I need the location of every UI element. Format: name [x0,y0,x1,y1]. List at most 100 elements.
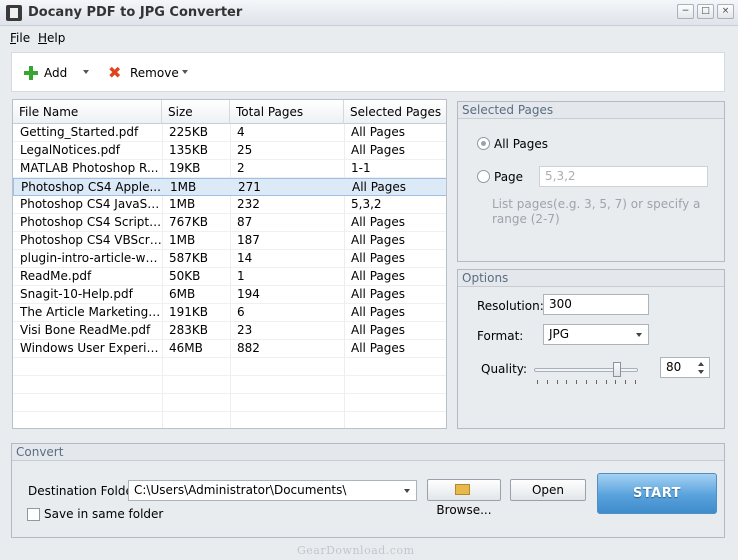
page-range-input[interactable]: 5,3,2 [539,166,708,187]
table-cell-name: ReadMe.pdf [20,269,92,283]
column-header-total-pages[interactable]: Total Pages [230,100,344,124]
app-icon [6,5,22,21]
options-title: Options [458,270,724,287]
remove-dropdown-arrow-icon[interactable] [182,70,188,74]
empty-row [13,394,446,412]
remove-x-icon: ✖ [108,63,122,82]
save-same-folder-checkbox[interactable] [27,508,40,521]
table-row[interactable]: LegalNotices.pdf 135KB 25 All Pages [13,142,446,160]
file-list-rows: Getting_Started.pdf 225KB 4 All Pages LegalN… [13,124,446,428]
start-button[interactable]: START [597,473,717,514]
table-cell-name: Visi Bone ReadMe.pdf [20,323,151,337]
remove-button[interactable]: ✖ Remove [108,64,179,82]
table-row[interactable]: Photoshop CS4 JavaSc... 1MB 232 5,3,2 [13,196,446,214]
table-cell-name: The Article Marketing ... [20,305,162,319]
quality-slider-track[interactable] [534,368,638,372]
table-row[interactable]: Snagit-10-Help.pdf 6MB 194 All Pages [13,286,446,304]
table-cell-selected: All Pages [351,341,405,355]
table-row[interactable]: Photoshop CS4 Apple... 1MB 271 All Pages [13,178,446,196]
table-cell-size: 191KB [169,305,209,319]
page-radio[interactable] [477,170,490,183]
minimize-button[interactable]: − [677,4,694,19]
spin-down-icon[interactable] [698,370,704,374]
folder-icon [455,484,470,495]
quality-spinner[interactable]: 80 [660,357,710,378]
chevron-down-icon [636,333,642,337]
quality-value: 80 [666,360,682,374]
table-cell-size: 135KB [169,143,209,157]
slider-tick [595,380,597,384]
table-row[interactable]: Photoshop CS4 Scripti... 767KB 87 All Pages [13,214,446,232]
file-list-header: File Name Size Total Pages Selected Page… [13,100,446,124]
maximize-button[interactable]: □ [697,4,714,19]
table-cell-pages: 187 [237,233,260,247]
add-dropdown-arrow-icon[interactable] [83,70,89,74]
slider-tick [556,380,558,384]
format-select-value: JPG [549,327,570,341]
slider-tick [566,380,568,384]
slider-tick [615,380,617,384]
table-cell-size: 767KB [169,215,209,229]
plus-icon [24,66,38,80]
all-pages-label: All Pages [494,137,548,151]
menu-help[interactable]: Help [38,31,65,45]
destination-folder-input[interactable]: C:\Users\Administrator\Documents\ [128,480,417,501]
table-row[interactable]: plugin-intro-article-writi... 587KB 14 All … [13,250,446,268]
table-cell-size: 6MB [169,287,196,301]
table-row[interactable]: Photoshop CS4 VBScri... 1MB 187 All Pages [13,232,446,250]
table-cell-selected: 1-1 [351,161,371,175]
table-cell-pages: 194 [237,287,260,301]
all-pages-radio[interactable] [477,137,490,150]
table-cell-selected: All Pages [351,305,405,319]
table-cell-pages: 2 [237,161,245,175]
destination-folder-value: C:\Users\Administrator\Documents\ [134,483,347,497]
open-button[interactable]: Open [510,479,586,501]
slider-tick [537,380,538,384]
column-header-size[interactable]: Size [162,100,230,124]
format-select[interactable]: JPG [543,324,649,345]
table-cell-size: 50KB [169,269,201,283]
chevron-down-icon[interactable] [404,489,410,493]
table-row[interactable]: ReadMe.pdf 50KB 1 All Pages [13,268,446,286]
resolution-input[interactable]: 300 [543,294,649,315]
table-row[interactable]: Getting_Started.pdf 225KB 4 All Pages [13,124,446,142]
table-cell-name: LegalNotices.pdf [20,143,121,157]
table-cell-selected: All Pages [352,180,406,194]
table-cell-name: plugin-intro-article-writi... [20,251,162,265]
column-header-selected-pages[interactable]: Selected Pages [344,100,446,124]
table-cell-pages: 87 [237,215,253,229]
empty-row [13,376,446,394]
table-cell-pages: 25 [237,143,253,157]
table-cell-name: Photoshop CS4 Apple... [21,180,161,194]
table-cell-size: 587KB [169,251,209,265]
empty-row [13,358,446,376]
add-button-label: Add [44,66,68,80]
table-cell-selected: All Pages [351,233,405,247]
browse-button[interactable]: Browse... [427,479,501,517]
save-same-folder-label: Save in same folder [44,507,164,521]
quality-slider-thumb[interactable] [613,362,622,377]
table-cell-name: Photoshop CS4 JavaSc... [20,197,162,211]
table-row[interactable]: The Article Marketing ... 191KB 6 All Pages [13,304,446,322]
empty-row [13,412,446,428]
page-range-hint: List pages(e.g. 3, 5, 7) or specify a ra… [492,197,701,226]
table-cell-pages: 6 [237,305,245,319]
add-button[interactable]: Add [24,64,67,82]
table-row[interactable]: Windows User Experie... 46MB 882 All Pages [13,340,446,358]
table-cell-pages: 271 [238,180,261,194]
table-cell-size: 1MB [169,197,196,211]
table-cell-selected: All Pages [351,269,405,283]
menu-bar: File Help [0,27,738,49]
table-row[interactable]: Visi Bone ReadMe.pdf 283KB 23 All Pages [13,322,446,340]
close-button[interactable]: × [717,4,734,19]
menu-file[interactable]: File [10,31,30,45]
table-cell-pages: 4 [237,125,245,139]
convert-title: Convert [12,444,724,461]
table-row[interactable]: MATLAB Photoshop R... 19KB 2 1-1 [13,160,446,178]
spin-up-icon[interactable] [698,362,704,366]
title-bar: Docany PDF to JPG Converter − □ × [0,0,738,26]
table-cell-size: 1MB [170,180,197,194]
table-cell-pages: 232 [237,197,260,211]
column-header-file-name[interactable]: File Name [13,100,162,124]
file-list[interactable]: File Name Size Total Pages Selected Page… [12,99,447,429]
